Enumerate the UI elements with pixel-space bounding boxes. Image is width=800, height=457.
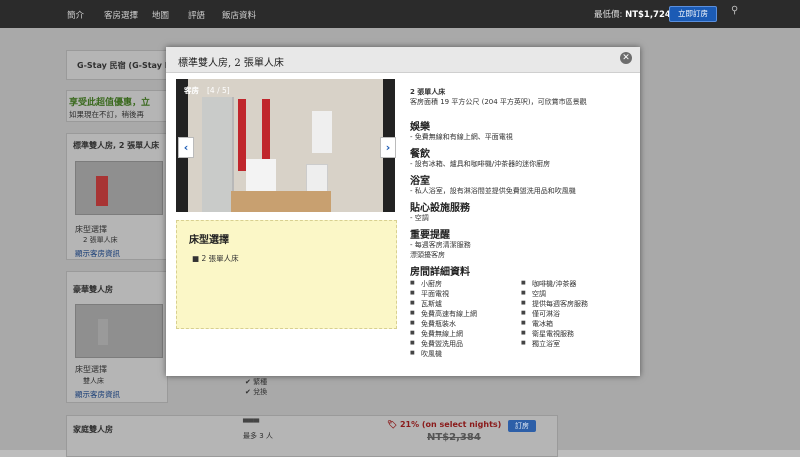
lowest-price: 最低價: NT$1,724	[594, 10, 671, 20]
top-navigation: 簡介 客房選擇 地圖 評語 飯店資料 最低價: NT$1,724 立即訂房 ⚲	[0, 0, 800, 28]
photo-counter: 客房 [4 / 5]	[184, 86, 230, 95]
promo-card: 享受此超值優惠，立 如果現在不訂，稍後再	[66, 90, 168, 122]
section-text: - 設有冰箱、爐具和咖啡機/沖茶器的迷你廚房	[410, 160, 551, 168]
previous-photo-button[interactable]: ‹	[178, 137, 194, 158]
room-photo[interactable]	[176, 79, 395, 212]
discount-badge: 🏷 21% (on select nights)	[387, 420, 502, 429]
room-feature: ✔ 兌換	[245, 388, 268, 396]
amenity-item: 免費無線上網	[410, 329, 463, 339]
amenity-item: 免費盥洗用品	[410, 339, 463, 349]
modal-title: 標準雙人房, 2 張單人床	[178, 58, 284, 69]
section-text: 漂頭擾客房	[410, 251, 445, 259]
bed-type-heading: 床型選擇	[189, 235, 229, 246]
section-text: - 免費無線和有線上網、平面電視	[410, 133, 513, 141]
bed-type-label: 床型選擇	[75, 225, 107, 234]
room-thumbnail[interactable]	[75, 304, 163, 358]
amenity-item: 平面電視	[410, 289, 449, 299]
room-thumbnail[interactable]	[75, 161, 163, 215]
bed-type-value: 2 張單人床	[83, 236, 118, 244]
summary-title: 2 張單人床	[410, 88, 446, 96]
section-heading: 娛樂	[410, 122, 430, 133]
room-details-modal: 標準雙人房, 2 張單人床 ✕ 客房 [4 / 5] ‹ › 床型選擇 ■ 2 張…	[166, 47, 640, 376]
amenity-item: 瓦斯爐	[410, 299, 442, 309]
room-name[interactable]: 豪華雙人房	[73, 284, 113, 295]
room-name[interactable]: 標準雙人房, 2 張單人床	[73, 140, 159, 151]
user-icon[interactable]: ⚲	[731, 5, 738, 16]
bed-type-option: ■ 2 張單人床	[192, 254, 239, 263]
section-heading: 重要提醒	[410, 230, 450, 241]
room-card: 豪華雙人房 床型選擇 雙人床 顯示客房資訊	[66, 271, 168, 403]
show-room-info-link[interactable]: 顯示客房資訊	[75, 248, 120, 259]
room-card: 標準雙人房, 2 張單人床 床型選擇 2 張單人床 顯示客房資訊	[66, 133, 168, 260]
summary-description: 客房面積 19 平方公尺 (204 平方英呎)，可欣賞市區景觀	[410, 98, 587, 106]
occupancy: 最多 3 人	[243, 432, 273, 440]
promo-subtitle: 如果現在不訂，稍後再	[69, 110, 144, 119]
show-room-info-link[interactable]: 顯示客房資訊	[75, 389, 120, 400]
nav-reviews[interactable]: 評語	[188, 9, 205, 21]
room-name[interactable]: 家庭雙人房	[73, 424, 113, 435]
amenity-item: 小廚房	[410, 279, 442, 289]
amenity-item: 衛星電視服務	[521, 329, 574, 339]
amenity-item: 吹風機	[410, 349, 442, 359]
hotel-name: G-Stay 民宿 (G-Stay R	[77, 61, 171, 70]
nav-map[interactable]: 地圖	[152, 9, 169, 21]
section-heading: 餐飲	[410, 149, 430, 160]
amenities-heading: 房間詳細資料	[410, 267, 470, 278]
nav-overview[interactable]: 簡介	[67, 9, 84, 21]
room-feature: ✔ 緊種	[245, 378, 268, 386]
bed-type-panel: 床型選擇 ■ 2 張單人床	[176, 220, 397, 329]
promo-title: 享受此超值優惠，立	[69, 98, 151, 108]
close-icon[interactable]: ✕	[620, 52, 632, 64]
room-card: 家庭雙人房 ▀▀▀ 最多 3 人 🏷 21% (on select nights…	[66, 415, 558, 457]
section-text: - 每週客房清潔服務	[410, 241, 471, 249]
bed-type-value: 雙人床	[83, 377, 104, 385]
book-room-button[interactable]: 訂房	[508, 420, 536, 432]
book-now-button[interactable]: 立即訂房	[669, 6, 717, 22]
bed-type-label: 床型選擇	[75, 365, 107, 374]
amenity-item: 免費高速有線上網	[410, 309, 477, 319]
modal-header: 標準雙人房, 2 張單人床 ✕	[166, 47, 640, 73]
amenity-item: 僅可淋浴	[521, 309, 560, 319]
amenity-item: 獨立浴室	[521, 339, 560, 349]
amenity-item: 咖啡機/沖茶器	[521, 279, 576, 289]
amenity-item: 提供每週客房服務	[521, 299, 588, 309]
occupancy-icon: ▀▀▀	[243, 419, 260, 427]
nav-rooms[interactable]: 客房選擇	[104, 9, 138, 21]
next-photo-button[interactable]: ›	[380, 137, 396, 158]
old-price: NT$2,384	[427, 432, 481, 443]
section-text: - 空調	[410, 214, 429, 222]
section-heading: 浴室	[410, 176, 430, 187]
amenity-item: 電冰箱	[521, 319, 553, 329]
amenity-item: 空調	[521, 289, 546, 299]
section-text: - 私人浴室，設有淋浴間並提供免費盥洗用品和吹風機	[410, 187, 576, 195]
hotel-name-card: G-Stay 民宿 (G-Stay R	[66, 50, 171, 80]
nav-hotel-info[interactable]: 飯店資料	[222, 9, 256, 21]
amenity-item: 免費瓶裝水	[410, 319, 456, 329]
section-heading: 貼心設施服務	[410, 203, 470, 214]
